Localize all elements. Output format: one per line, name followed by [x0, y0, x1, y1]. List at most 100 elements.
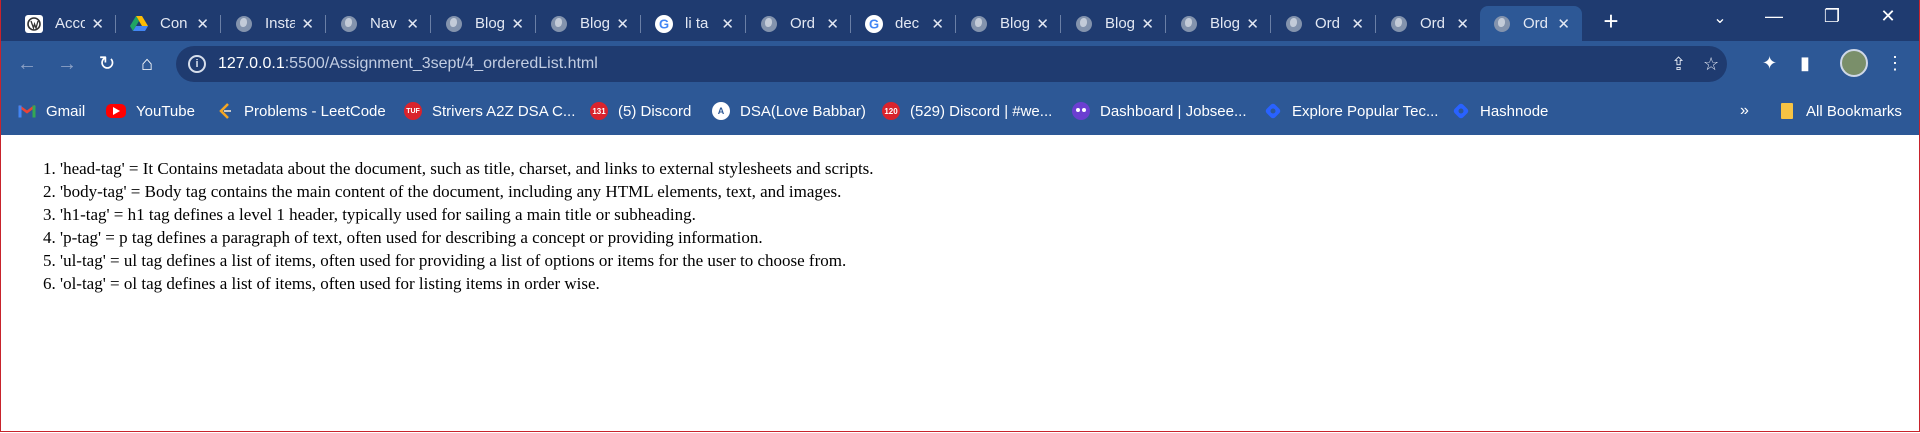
- close-icon[interactable]: ✕: [301, 15, 314, 33]
- home-button[interactable]: ⌂: [132, 49, 162, 79]
- address-bar[interactable]: i 127.0.0.1:5500/Assignment_3sept/4_orde…: [176, 46, 1727, 82]
- youtube-icon: [106, 104, 126, 118]
- list-item: 'p-tag' = p tag defines a paragraph of t…: [60, 226, 874, 249]
- tab-title: Con: [160, 15, 188, 32]
- forward-button[interactable]: →: [52, 49, 82, 79]
- close-icon[interactable]: ✕: [1557, 15, 1570, 33]
- reload-button[interactable]: ↻: [92, 49, 122, 79]
- tab-title: dec: [895, 15, 920, 32]
- close-icon[interactable]: ✕: [721, 15, 734, 33]
- tab-title: Ord: [1523, 15, 1549, 32]
- bookmark-strivers[interactable]: TUF Strivers A2Z DSA C...: [404, 100, 575, 122]
- extensions-icon[interactable]: ✦: [1762, 53, 1777, 74]
- close-icon[interactable]: ✕: [196, 15, 209, 33]
- tab-search-button[interactable]: ⌄: [1700, 8, 1740, 28]
- tuf-icon: TUF: [404, 102, 422, 120]
- close-icon[interactable]: ✕: [511, 15, 524, 33]
- bookmark-label: Problems - LeetCode: [244, 102, 386, 120]
- toolbar: ← → ↻ ⌂ i 127.0.0.1:5500/Assignment_3sep…: [0, 41, 1920, 87]
- tab-10[interactable]: Blog ✕: [957, 6, 1061, 41]
- tab-separator: [430, 15, 431, 33]
- bookmark-hashnode[interactable]: Hashnode: [1452, 100, 1548, 122]
- maximize-button[interactable]: ❐: [1812, 6, 1852, 27]
- close-icon[interactable]: ✕: [406, 15, 419, 33]
- tab-separator: [535, 15, 536, 33]
- tab-title: Blog: [475, 15, 505, 32]
- bookmarks-bar: Gmail YouTube Problems - LeetCode TUF St…: [0, 87, 1920, 136]
- all-bookmarks-label: All Bookmarks: [1806, 102, 1902, 120]
- list-item: 'ul-tag' = ul tag defines a list of item…: [60, 249, 874, 272]
- tab-separator: [745, 15, 746, 33]
- tab-title: Ord: [1315, 15, 1341, 32]
- tab-13[interactable]: Ord ✕: [1272, 6, 1376, 41]
- tab-title: Blog: [1105, 15, 1135, 32]
- tab-title: Insta: [265, 15, 295, 32]
- globe-icon: [340, 15, 358, 33]
- bookmark-jobseeker-dashboard[interactable]: Dashboard | Jobsee...: [1072, 100, 1246, 122]
- close-icon[interactable]: ✕: [826, 15, 839, 33]
- tab-1[interactable]: Acco ✕: [12, 6, 116, 41]
- tab-7[interactable]: G li ta ✕: [642, 6, 746, 41]
- close-icon[interactable]: ✕: [616, 15, 629, 33]
- tab-2[interactable]: Con ✕: [117, 6, 221, 41]
- tab-3[interactable]: Insta ✕: [222, 6, 326, 41]
- bookmark-leetcode[interactable]: Problems - LeetCode: [216, 100, 386, 122]
- globe-icon: [1285, 15, 1303, 33]
- close-icon[interactable]: ✕: [1351, 15, 1364, 33]
- back-button[interactable]: ←: [12, 49, 42, 79]
- globe-icon: [235, 15, 253, 33]
- globe-icon: [970, 15, 988, 33]
- tab-separator: [850, 15, 851, 33]
- avatar[interactable]: [1840, 49, 1868, 77]
- close-window-button[interactable]: ✕: [1868, 6, 1908, 27]
- bookmark-dsa-love-babbar[interactable]: A DSA(Love Babbar): [712, 100, 866, 122]
- folder-icon: [1778, 102, 1796, 120]
- globe-icon: [760, 15, 778, 33]
- bookmark-label: DSA(Love Babbar): [740, 102, 866, 120]
- tab-8[interactable]: Ord ✕: [747, 6, 851, 41]
- url-text[interactable]: 127.0.0.1:5500/Assignment_3sept/4_ordere…: [218, 55, 598, 73]
- tab-title: Acco: [55, 15, 85, 32]
- list-item: 'body-tag' = Body tag contains the main …: [60, 180, 874, 203]
- new-tab-button[interactable]: +: [1598, 8, 1624, 34]
- minimize-button[interactable]: —: [1754, 6, 1794, 27]
- bookmark-youtube[interactable]: YouTube: [106, 100, 195, 122]
- more-bookmarks-button[interactable]: »: [1740, 100, 1749, 122]
- bookmark-label: Explore Popular Tec...: [1292, 102, 1439, 120]
- close-icon[interactable]: ✕: [1456, 15, 1469, 33]
- close-icon[interactable]: ✕: [1036, 15, 1049, 33]
- tab-15-active[interactable]: Ord ✕: [1480, 6, 1582, 41]
- tab-12[interactable]: Blog ✕: [1167, 6, 1271, 41]
- hashnode-icon: [1452, 102, 1470, 120]
- list-item: 'h1-tag' = h1 tag defines a level 1 head…: [60, 203, 874, 226]
- google-drive-icon: [130, 15, 148, 33]
- side-panel-icon[interactable]: ▮: [1800, 53, 1810, 74]
- tab-9[interactable]: G dec ✕: [852, 6, 956, 41]
- tab-6[interactable]: Blog ✕: [537, 6, 641, 41]
- globe-icon: [1493, 15, 1511, 33]
- tab-11[interactable]: Blog ✕: [1062, 6, 1166, 41]
- close-icon[interactable]: ✕: [1141, 15, 1154, 33]
- tab-5[interactable]: Blog ✕: [432, 6, 536, 41]
- globe-icon: [445, 15, 463, 33]
- bookmark-explore-popular[interactable]: Explore Popular Tec...: [1264, 100, 1438, 122]
- discord-icon: 120: [882, 102, 900, 120]
- tab-title: Ord: [790, 15, 816, 32]
- share-icon[interactable]: ⇪: [1671, 54, 1686, 75]
- bookmark-gmail[interactable]: Gmail: [18, 100, 85, 122]
- bookmark-star-icon[interactable]: ☆: [1703, 54, 1719, 75]
- all-bookmarks-button[interactable]: All Bookmarks: [1778, 100, 1902, 122]
- site-info-icon[interactable]: i: [188, 55, 206, 73]
- close-icon[interactable]: ✕: [1246, 15, 1259, 33]
- close-icon[interactable]: ✕: [91, 15, 104, 33]
- list-item: 'head-tag' = It Contains metadata about …: [60, 157, 874, 180]
- svg-text:G: G: [659, 16, 669, 31]
- close-icon[interactable]: ✕: [931, 15, 944, 33]
- tab-4[interactable]: Nav ✕: [327, 6, 431, 41]
- svg-text:G: G: [869, 16, 879, 31]
- tab-14[interactable]: Ord ✕: [1377, 6, 1481, 41]
- menu-icon[interactable]: ⋮: [1886, 53, 1904, 74]
- bookmark-discord-5[interactable]: 131 (5) Discord: [590, 100, 691, 122]
- globe-icon: [550, 15, 568, 33]
- bookmark-discord-529[interactable]: 120 (529) Discord | #we...: [882, 100, 1052, 122]
